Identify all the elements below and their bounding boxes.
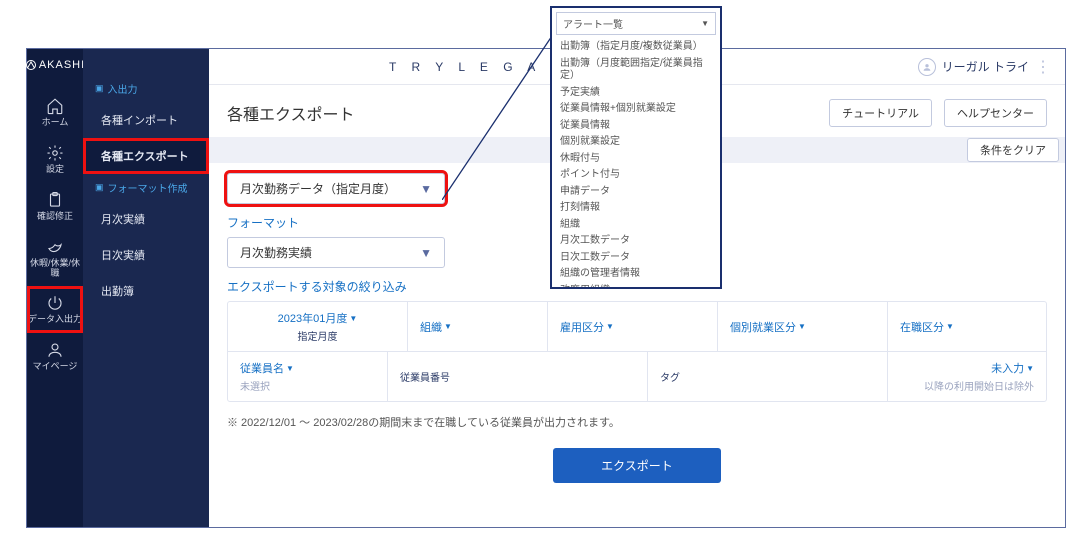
filter-status[interactable]: 在職区分▼ xyxy=(888,302,1046,351)
dropdown-option[interactable]: 出勤簿（指定月度/複数従業員） xyxy=(552,39,720,56)
caret-down-icon: ▼ xyxy=(701,19,709,28)
format-value: 月次勤務実績 xyxy=(240,244,312,261)
dropdown-option[interactable]: 日次工数データ xyxy=(552,250,720,267)
tutorial-button[interactable]: チュートリアル xyxy=(829,99,932,127)
filter-org[interactable]: 組織▼ xyxy=(408,302,548,351)
filter-emp-type[interactable]: 雇用区分▼ xyxy=(548,302,718,351)
rail-label: データ入出力 xyxy=(28,315,82,325)
rail-label: 休暇/休業/休職 xyxy=(27,259,83,279)
export-note: ※ 2022/12/01 ～ 2023/02/28の期間末まで在職している従業員… xyxy=(227,414,1047,430)
side-item-attendance[interactable]: 出勤簿 xyxy=(83,273,209,309)
bird-icon xyxy=(46,238,64,256)
data-type-select[interactable]: 月次勤務データ（指定月度） ▼ xyxy=(227,173,445,204)
page-title: 各種エクスポート xyxy=(227,101,817,125)
dropdown-option[interactable]: 組織 xyxy=(552,217,720,234)
dropdown-option[interactable]: 改廃用組織 xyxy=(552,283,720,288)
filter-uninput[interactable]: 未入力▼ 以降の利用開始日は除外 xyxy=(888,352,1046,401)
user-icon xyxy=(46,341,64,359)
logo: AKASHI xyxy=(25,59,85,71)
rail-leave[interactable]: 休暇/休業/休職 xyxy=(27,230,83,287)
avatar-icon xyxy=(918,58,936,76)
filter-month[interactable]: 2023年01月度▼ 指定月度 xyxy=(228,302,408,351)
side-item-daily[interactable]: 日次実績 xyxy=(83,237,209,273)
rail-confirm[interactable]: 確認修正 xyxy=(27,183,83,230)
data-type-value: 月次勤務データ（指定月度） xyxy=(240,180,396,197)
dropdown-option[interactable]: 出勤簿（月度範囲指定/従業員指定） xyxy=(552,56,720,85)
dropdown-option[interactable]: ポイント付与 xyxy=(552,167,720,184)
rail-label: ホーム xyxy=(42,118,69,128)
dropdown-option[interactable]: 月次工数データ xyxy=(552,233,720,250)
clipboard-icon xyxy=(46,191,64,209)
dropdown-option[interactable]: 休暇付与 xyxy=(552,151,720,168)
home-icon xyxy=(46,97,64,115)
user-name: リーガル トライ xyxy=(942,58,1029,75)
side-item-import[interactable]: 各種インポート xyxy=(83,102,209,138)
dropdown-callout: アラート一覧 ▼ 出勤簿（指定月度/複数従業員）出勤簿（月度範囲指定/従業員指定… xyxy=(550,6,722,289)
export-button[interactable]: エクスポート xyxy=(553,448,721,483)
dropdown-option[interactable]: 個別就業設定 xyxy=(552,134,720,151)
help-button[interactable]: ヘルプセンター xyxy=(944,99,1047,127)
side-item-monthly[interactable]: 月次実績 xyxy=(83,201,209,237)
user-menu[interactable]: リーガル トライ ⋮ xyxy=(904,57,1065,77)
filter-table: 2023年01月度▼ 指定月度 組織▼ 雇用区分▼ 個別就業区分▼ 在職区分▼ … xyxy=(227,301,1047,402)
caret-down-icon: ▼ xyxy=(420,246,432,260)
kebab-icon: ⋮ xyxy=(1035,57,1051,77)
power-icon xyxy=(46,294,64,312)
dropdown-option[interactable]: 従業員情報 xyxy=(552,118,720,135)
side-section-format: フォーマット作成 xyxy=(83,174,209,201)
rail-label: マイページ xyxy=(33,362,78,372)
rail-home[interactable]: ホーム xyxy=(27,89,83,136)
clear-button[interactable]: 条件をクリア xyxy=(967,138,1059,162)
filter-emp-no[interactable]: 従業員番号 xyxy=(388,352,648,401)
format-select[interactable]: 月次勤務実績 ▼ xyxy=(227,237,445,268)
dropdown-option[interactable]: 打刻情報 xyxy=(552,200,720,217)
dropdown-option[interactable]: 申請データ xyxy=(552,184,720,201)
dropdown-option[interactable]: 予定実績 xyxy=(552,85,720,102)
rail-label: 設定 xyxy=(46,165,64,175)
rail-mypage[interactable]: マイページ xyxy=(27,333,83,380)
rail-settings[interactable]: 設定 xyxy=(27,136,83,183)
gear-icon xyxy=(46,144,64,162)
filter-emp-name[interactable]: 従業員名▼ 未選択 xyxy=(228,352,388,401)
dropdown-selected: アラート一覧 xyxy=(563,16,623,31)
side-section-io: 入出力 xyxy=(83,75,209,102)
dropdown-option[interactable]: 組織の管理者情報 xyxy=(552,266,720,283)
filter-tag[interactable]: タグ xyxy=(648,352,888,401)
rail-data-io[interactable]: データ入出力 xyxy=(27,286,83,333)
dropdown-list: 出勤簿（指定月度/複数従業員）出勤簿（月度範囲指定/従業員指定）予定実績従業員情… xyxy=(552,39,720,287)
dropdown-option[interactable]: 従業員情報+個別就業設定 xyxy=(552,101,720,118)
filter-work-type[interactable]: 個別就業区分▼ xyxy=(718,302,888,351)
rail-label: 確認修正 xyxy=(37,212,73,222)
caret-down-icon: ▼ xyxy=(420,182,432,196)
dropdown-select[interactable]: アラート一覧 ▼ xyxy=(556,12,716,35)
side-item-export[interactable]: 各種エクスポート xyxy=(83,138,209,174)
